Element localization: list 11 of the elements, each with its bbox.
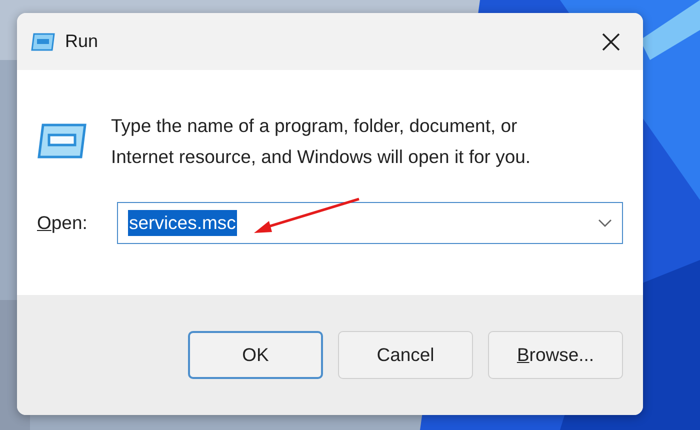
- dropdown-caret-icon[interactable]: [598, 219, 612, 227]
- run-icon: [37, 123, 87, 159]
- close-icon[interactable]: [602, 32, 620, 50]
- open-label: Open:: [37, 212, 88, 234]
- dialog-button[interactable]: Cancel: [338, 331, 473, 379]
- run-icon: [31, 32, 55, 50]
- dialog-button[interactable]: Browse...: [488, 331, 623, 379]
- instruction-text: Type the name of a program, folder, document, or Internet resource, and Windows will open it for you.: [111, 114, 532, 169]
- window-title: Run: [65, 31, 100, 52]
- dialog-button[interactable]: OK: [188, 331, 323, 379]
- open-combo-box[interactable]: services.msc: [117, 202, 623, 244]
